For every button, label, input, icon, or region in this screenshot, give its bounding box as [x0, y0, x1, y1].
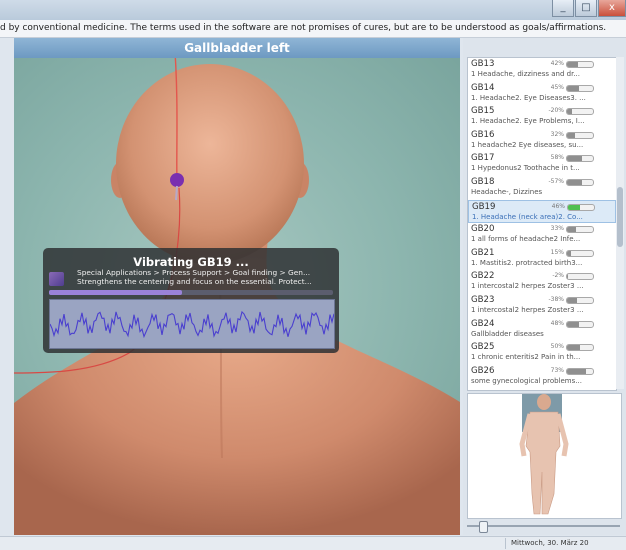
- category-icon: [49, 272, 64, 286]
- disclaimer-text: d by conventional medicine. The terms us…: [0, 20, 626, 38]
- vibration-progress-bar: [49, 290, 333, 295]
- point-level-fill: [567, 179, 582, 185]
- point-level-fill: [567, 368, 586, 374]
- list-item-gb25[interactable]: GB25 50% 1 chronic enteritis2 Pain in th..…: [468, 341, 616, 365]
- list-item-gb19[interactable]: GB19 46% 1. Headache (neck area)2. Co...: [468, 199, 616, 224]
- point-description: 1. Headache2. Eye Diseases3. ...: [471, 93, 586, 102]
- point-percent: -38%: [548, 295, 564, 303]
- point-percent: -57%: [548, 177, 564, 185]
- point-percent: -20%: [548, 107, 564, 115]
- point-level-bar: [566, 296, 594, 304]
- list-scrollbar-thumb[interactable]: [617, 187, 623, 247]
- point-percent: 46%: [551, 202, 565, 210]
- list-item-gb14[interactable]: GB14 45% 1. Headache2. Eye Diseases3. ...: [468, 82, 616, 106]
- point-level-fill: [568, 204, 580, 210]
- body-3d-viewer[interactable]: Gallbladder left Vibrating GB19 ... Spec…: [14, 38, 460, 535]
- point-level-bar: [566, 344, 594, 352]
- point-description: 1 Hypedonus2 Toothache in t...: [471, 164, 580, 173]
- list-scrollbar[interactable]: [616, 57, 624, 389]
- point-level-bar: [566, 84, 594, 92]
- point-description: 1 all forms of headache2 Infe...: [471, 235, 581, 244]
- point-percent: 58%: [550, 154, 564, 162]
- title-bar: _ □ x: [0, 0, 626, 20]
- right-panel: GB13 42% 1 Headache, dizziness and dr... GB…: [463, 38, 626, 535]
- point-level-bar: [566, 273, 594, 281]
- list-item-gb15[interactable]: GB15 -20% 1. Headache2. Eye Problems, I...: [468, 105, 616, 129]
- point-level-fill: [567, 274, 568, 280]
- zoom-slider-track: [467, 525, 620, 527]
- viewer-title: Gallbladder left: [14, 38, 460, 58]
- point-level-bar: [566, 226, 594, 234]
- point-level-fill: [567, 85, 579, 91]
- point-level-bar: [566, 178, 594, 186]
- point-percent: 50%: [550, 343, 564, 351]
- point-percent: 48%: [550, 319, 564, 327]
- vibration-progress-fill: [49, 290, 183, 295]
- minimize-button[interactable]: _: [552, 0, 574, 17]
- point-level-bar: [566, 108, 594, 116]
- body-minimap[interactable]: [467, 393, 622, 519]
- point-percent: 45%: [550, 83, 564, 91]
- vibration-overlay: Vibrating GB19 ... Special Applications …: [43, 248, 339, 353]
- point-level-fill: [567, 227, 576, 233]
- status-bar: Mittwoch, 30. März 20: [0, 536, 626, 550]
- point-description: 1 intercostal2 herpes Zoster3 ...: [471, 282, 584, 291]
- point-description: 1 intercostal2 herpes Zoster3 ...: [471, 305, 584, 314]
- point-description: 1. Headache (neck area)2. Co...: [472, 212, 583, 221]
- point-description: 1. Mastitis2. protracted birth3...: [471, 258, 583, 267]
- list-item-gb16[interactable]: GB16 32% 1 headache2 Eye diseases, su...: [468, 129, 616, 153]
- window-controls: _ □ x: [551, 0, 626, 18]
- point-percent: 15%: [550, 248, 564, 256]
- point-level-bar: [567, 203, 595, 211]
- minimap-figure: [519, 394, 569, 515]
- zoom-slider[interactable]: [467, 521, 620, 533]
- point-level-bar: [566, 367, 594, 375]
- point-level-fill: [567, 250, 571, 256]
- point-percent: 73%: [550, 366, 564, 374]
- point-description: 1 headache2 Eye diseases, su...: [471, 140, 584, 149]
- point-percent: 33%: [550, 225, 564, 233]
- list-item-gb23[interactable]: GB23 -38% 1 intercostal2 herpes Zoster3 ..…: [468, 294, 616, 318]
- point-description: 1 Headache, dizziness and dr...: [471, 70, 581, 78]
- point-description: some gynecological problems...: [471, 376, 582, 385]
- point-level-fill: [567, 321, 580, 327]
- point-level-bar: [566, 249, 594, 257]
- point-level-fill: [567, 62, 578, 67]
- point-percent: -2%: [552, 272, 564, 280]
- list-item-gb21[interactable]: GB21 15% 1. Mastitis2. protracted birth3..…: [468, 247, 616, 271]
- point-description: 1 chronic enteritis2 Pain in th...: [471, 353, 581, 362]
- acupoint-list[interactable]: GB13 42% 1 Headache, dizziness and dr... GB…: [467, 57, 617, 391]
- point-level-bar: [566, 155, 594, 163]
- point-level-bar: [566, 61, 594, 68]
- list-item-gb13[interactable]: GB13 42% 1 Headache, dizziness and dr...: [468, 58, 616, 82]
- point-level-bar: [566, 320, 594, 328]
- list-item-gb22[interactable]: GB22 -2% 1 intercostal2 herpes Zoster3 ...: [468, 270, 616, 294]
- point-level-fill: [567, 132, 576, 138]
- list-item-gb24[interactable]: GB24 48% Gallbladder diseases: [468, 318, 616, 342]
- status-date: Mittwoch, 30. März 20: [505, 538, 626, 549]
- overlay-path: Special Applications > Process Support >…: [77, 268, 311, 277]
- list-item-gb26[interactable]: GB26 73% some gynecological problems...: [468, 365, 616, 389]
- point-level-fill: [567, 156, 583, 162]
- point-level-bar: [566, 131, 594, 139]
- list-item-gb20[interactable]: GB20 33% 1 all forms of headache2 Infe...: [468, 223, 616, 247]
- list-item-gb17[interactable]: GB17 58% 1 Hypedonus2 Toothache in t...: [468, 152, 616, 176]
- point-percent: 32%: [550, 130, 564, 138]
- waveform-display: [49, 299, 335, 349]
- point-percent: 42%: [550, 60, 564, 67]
- overlay-title: Vibrating GB19 ...: [133, 255, 249, 269]
- point-description: 1. Headache2. Eye Problems, I...: [471, 117, 585, 126]
- list-item-gb18[interactable]: GB18 -57% Headache-, Dizzines: [468, 176, 616, 200]
- zoom-slider-thumb[interactable]: [479, 521, 488, 533]
- point-level-fill: [567, 109, 573, 115]
- point-description: Gallbladder diseases: [471, 329, 544, 338]
- close-button[interactable]: x: [598, 0, 626, 17]
- overlay-description: Strengthens the centering and focus on t…: [77, 277, 312, 286]
- maximize-button[interactable]: □: [575, 0, 597, 17]
- point-level-fill: [567, 297, 577, 303]
- point-level-fill: [567, 345, 580, 351]
- point-description: Headache-, Dizzines: [471, 187, 543, 196]
